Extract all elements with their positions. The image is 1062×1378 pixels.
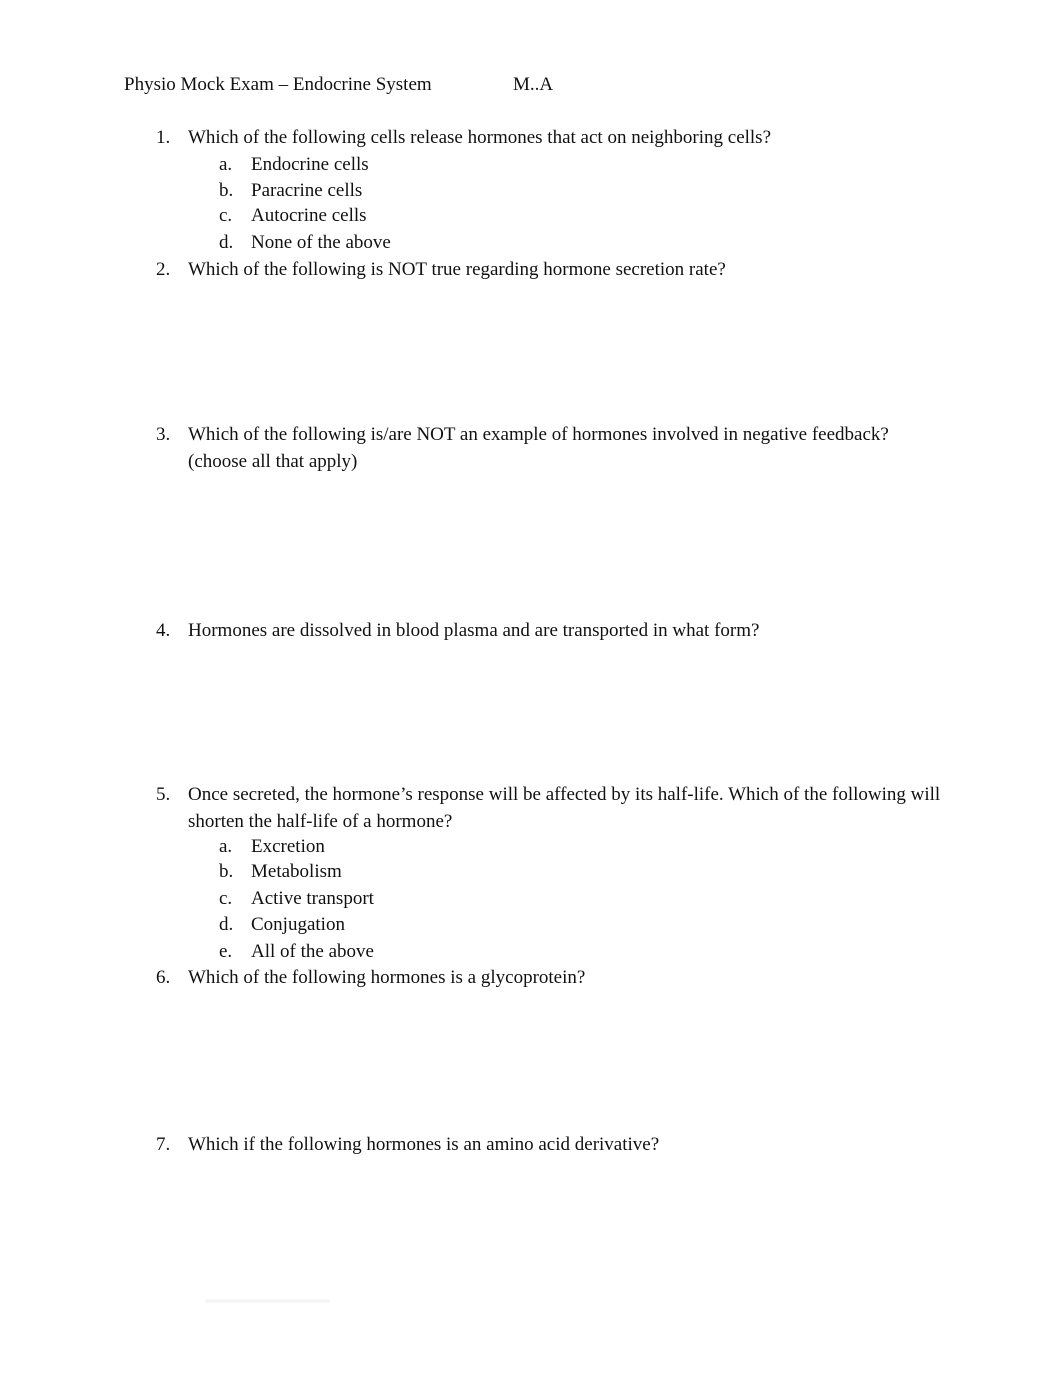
question-number: 4. — [156, 620, 171, 641]
question-text: Once secreted, the hormone’s response wi… — [188, 784, 941, 832]
option-text: All of the above — [251, 941, 374, 962]
author-initials: M..A — [513, 74, 554, 95]
option-text: Conjugation — [251, 914, 345, 935]
option-text: None of the above — [251, 232, 391, 253]
option-letter: c. — [219, 888, 233, 909]
option-text: Excretion — [251, 836, 325, 857]
option-letter: a. — [219, 836, 233, 857]
option-letter: a. — [219, 154, 233, 175]
document-header: Physio Mock Exam – Endocrine System M..A — [124, 72, 553, 98]
question-number: 2. — [156, 259, 171, 280]
question-text: Which of the following is/are NOT an exa… — [188, 424, 889, 472]
option-letter: b. — [219, 861, 234, 882]
question-text: Which if the following hormones is an am… — [188, 1134, 660, 1155]
option-letter: c. — [219, 205, 233, 226]
option-letter: e. — [219, 941, 233, 962]
option-text: Endocrine cells — [251, 154, 369, 175]
option-letter: b. — [219, 180, 234, 201]
option-text: Active transport — [251, 888, 374, 909]
option-text: Paracrine cells — [251, 180, 363, 201]
question-number: 6. — [156, 967, 171, 988]
option-text: Autocrine cells — [251, 205, 367, 226]
exam-title: Physio Mock Exam – Endocrine System — [124, 74, 432, 95]
question-number: 3. — [156, 424, 171, 445]
scan-artifact — [205, 1298, 330, 1304]
question-text: Which of the following hormones is a gly… — [188, 967, 586, 988]
document-page: Physio Mock Exam – Endocrine System M..A… — [0, 0, 1062, 1378]
question-text: Which of the following cells release hor… — [188, 127, 772, 148]
option-text: Metabolism — [251, 861, 342, 882]
question-text: Hormones are dissolved in blood plasma a… — [188, 620, 760, 641]
question-number: 7. — [156, 1134, 171, 1155]
option-letter: d. — [219, 914, 234, 935]
question-number: 5. — [156, 784, 171, 805]
option-letter: d. — [219, 232, 234, 253]
question-number: 1. — [156, 127, 171, 148]
question-text: Which of the following is NOT true regar… — [188, 259, 726, 280]
